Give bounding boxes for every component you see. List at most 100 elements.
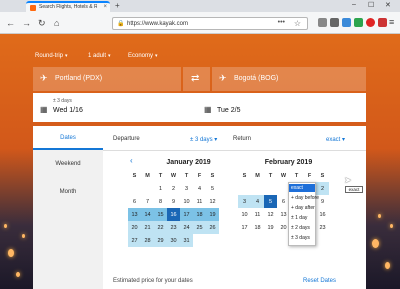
estimated-price-note: Estimated price for your dates [113, 278, 193, 284]
calendar-day[interactable]: 8 [154, 195, 167, 208]
extension-icon[interactable] [354, 18, 363, 27]
sidebar-icon[interactable] [330, 18, 339, 27]
chevron-down-icon: ▾ [108, 53, 111, 59]
forward-arrow-icon[interactable]: → [22, 18, 31, 28]
url-text[interactable]: https://www.kayak.com [127, 21, 188, 27]
weekday-label: M [255, 172, 260, 179]
destination-field[interactable]: ✈ Bogotá (BOG) [212, 67, 366, 91]
calendar-day[interactable]: 23 [316, 221, 329, 234]
calendar-day[interactable]: 16 [316, 208, 329, 221]
calendar-day[interactable]: 20 [128, 221, 141, 234]
calendar-day[interactable]: 24 [180, 221, 193, 234]
calendar-day[interactable]: 2 [316, 182, 329, 195]
return-flex-select[interactable]: exact ▾ [326, 136, 345, 143]
calendar-day[interactable]: 17 [238, 221, 251, 234]
home-icon[interactable]: ⌂ [54, 18, 59, 28]
calendar-day[interactable]: 31 [180, 234, 193, 247]
cabin-select[interactable]: Economy ▾ [128, 53, 158, 59]
browser-tab-kayak[interactable]: Search Flights, Hotels & Rental × [26, 1, 110, 12]
calendar-grid-january: S M T W T F S 1 2 3 4 5 6 7 8 9 10 11 12 13 14 15 16 17 18 19 20 21… [128, 169, 219, 247]
calendar-day[interactable]: 1 [154, 182, 167, 195]
origin-field[interactable]: ✈ Portland (PDX) [33, 67, 181, 91]
calendar-day[interactable]: 14 [141, 208, 154, 221]
calendar-day[interactable]: 12 [264, 208, 277, 221]
lantern-decoration [390, 224, 393, 228]
calendar-day[interactable]: 30 [167, 234, 180, 247]
header-divider [103, 150, 366, 151]
weekday-label: W [170, 172, 177, 179]
calendar-day[interactable]: 9 [167, 195, 180, 208]
reload-icon[interactable]: ↻ [38, 18, 46, 28]
maximize-button[interactable]: ☐ [368, 1, 374, 9]
calendar-day[interactable]: 11 [193, 195, 206, 208]
dropdown-option-day-before[interactable]: + day before [289, 194, 319, 202]
menu-icon[interactable]: ≡ [389, 18, 398, 27]
depart-date[interactable]: Wed 1/16 [53, 107, 83, 114]
dropdown-option-exact[interactable]: exact [289, 184, 315, 192]
return-date[interactable]: Tue 2/5 [217, 107, 240, 114]
calendar-day[interactable]: 6 [128, 195, 141, 208]
departure-flex-select[interactable]: ± 3 days ▾ [190, 136, 217, 143]
calendar-day[interactable]: 19 [206, 208, 219, 221]
calendar-day[interactable]: 27 [128, 234, 141, 247]
calendar-day[interactable]: 5 [206, 182, 219, 195]
month-title-january: January 2019 [166, 159, 211, 166]
return-label: Return [233, 136, 252, 142]
calendar-day[interactable]: 17 [180, 208, 193, 221]
calendar-day[interactable]: 18 [251, 221, 264, 234]
calendar-day[interactable]: 25 [193, 221, 206, 234]
travelers-select[interactable]: 1 adult ▾ [88, 53, 111, 59]
sync-icon[interactable] [342, 18, 351, 27]
lantern-decoration [378, 214, 381, 218]
reset-dates-link[interactable]: Reset Dates [303, 278, 336, 284]
prev-month-arrow[interactable]: ‹ [130, 156, 133, 165]
calendar-day[interactable]: 16 [167, 208, 180, 221]
calendar-day[interactable]: 22 [154, 221, 167, 234]
date-selector-band: ± 3 days ▦ Wed 1/16 ▦ Tue 2/5 [33, 93, 366, 122]
calendar-day[interactable]: 10 [180, 195, 193, 208]
calendar-day[interactable]: 10 [238, 208, 251, 221]
calendar-day[interactable]: 23 [167, 221, 180, 234]
addon-icon[interactable] [378, 18, 387, 27]
tab-weekend[interactable]: Weekend [33, 152, 103, 176]
tab-close-icon[interactable]: × [103, 4, 107, 10]
minimize-button[interactable]: – [352, 1, 356, 8]
calendar-day[interactable]: 15 [154, 208, 167, 221]
calendar-day[interactable]: 5 [264, 195, 277, 208]
calendar-day[interactable]: 3 [180, 182, 193, 195]
calendar-day[interactable]: 11 [251, 208, 264, 221]
swap-button[interactable]: ⇄ [183, 67, 210, 91]
calendar-day[interactable]: 18 [193, 208, 206, 221]
calendar-day[interactable]: 21 [141, 221, 154, 234]
calendar-day[interactable]: 26 [206, 221, 219, 234]
calendar-day[interactable]: 4 [251, 195, 264, 208]
tab-month[interactable]: Month [33, 180, 103, 204]
calendar-day[interactable]: 13 [128, 208, 141, 221]
bookmark-star-icon[interactable]: ☆ [294, 19, 301, 28]
dropdown-option-day-after[interactable]: + day after [289, 204, 315, 212]
calendar-day[interactable]: 3 [238, 195, 251, 208]
chevron-down-icon: ▾ [65, 53, 68, 59]
calendar-day[interactable]: 4 [193, 182, 206, 195]
calendar-day[interactable]: 7 [141, 195, 154, 208]
dropdown-option-3-days[interactable]: ± 3 days [289, 234, 315, 242]
page-actions-icon[interactable]: ••• [278, 19, 285, 26]
address-bar[interactable]: 🔒 https://www.kayak.com ••• ☆ [112, 17, 308, 30]
close-window-button[interactable]: ✕ [385, 1, 391, 9]
back-arrow-icon[interactable]: ← [6, 18, 15, 28]
trip-type-select[interactable]: Round-trip ▾ [35, 53, 68, 59]
library-icon[interactable] [318, 18, 327, 27]
dropdown-option-1-day[interactable]: ± 1 day [289, 214, 315, 222]
weekday-label: T [268, 172, 273, 179]
calendar-day[interactable]: 12 [206, 195, 219, 208]
calendar-day[interactable]: 28 [141, 234, 154, 247]
calendar-day[interactable]: 19 [264, 221, 277, 234]
calendar-day[interactable]: 2 [167, 182, 180, 195]
dropdown-option-2-days[interactable]: ± 2 days [289, 224, 315, 232]
tab-dates[interactable]: Dates [33, 126, 103, 150]
pocket-icon[interactable] [366, 18, 375, 27]
calendar-day[interactable]: 29 [154, 234, 167, 247]
option-tooltip: exact [345, 186, 363, 193]
weekday-label: F [307, 172, 312, 179]
new-tab-button[interactable]: + [115, 1, 120, 10]
